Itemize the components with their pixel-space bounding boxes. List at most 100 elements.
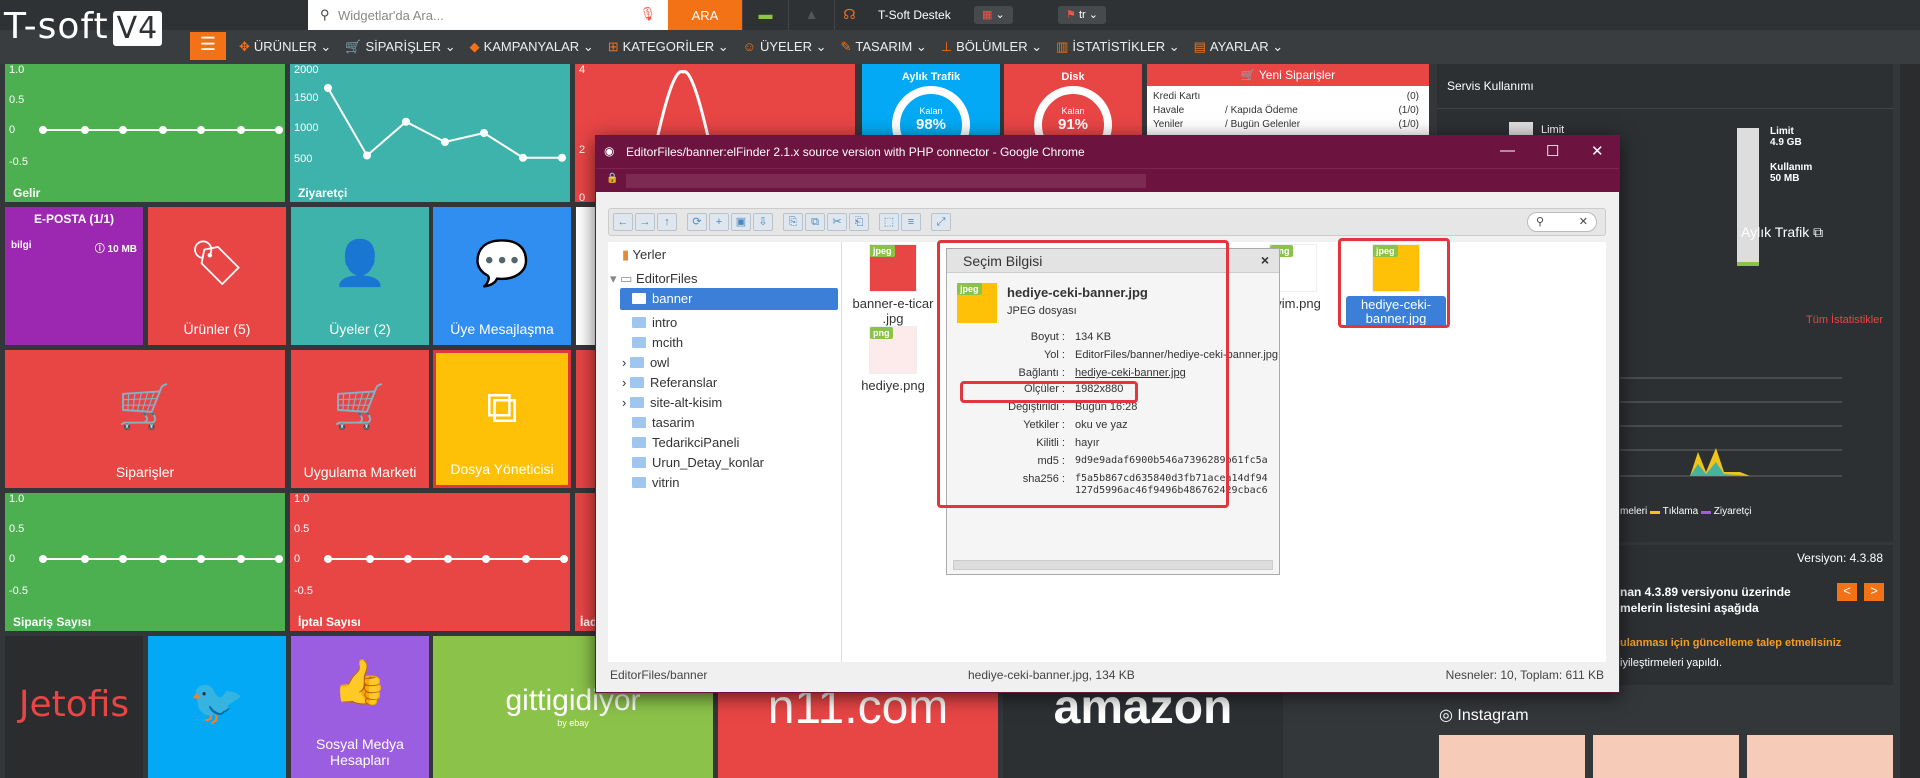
ziyaretci-label: Ziyaretçi [298, 186, 348, 200]
ziyaretci-point [441, 138, 449, 146]
yeni-siparisler-header[interactable]: 🛒 Yeni Siparişler [1147, 64, 1429, 86]
up-button[interactable]: ↑ [657, 213, 677, 231]
cut-button[interactable]: ✂ [827, 213, 847, 231]
minimize-button[interactable]: — [1500, 142, 1515, 159]
maximize-button[interactable]: ☐ [1546, 142, 1559, 160]
sosyal-medya-tile[interactable]: 👍 Sosyal Medya Hesapları [291, 636, 429, 778]
siparisler-tile[interactable]: 🛒 Siparişler [5, 350, 285, 488]
tag-icon: 🏷 [189, 239, 245, 288]
back-button[interactable]: ← [613, 213, 633, 231]
iptal-tile[interactable]: 1.0 0.5 0 -0.5 İptal Sayısı [290, 493, 570, 631]
tree-item[interactable]: intro [632, 312, 677, 334]
ziyaretci-line [327, 87, 562, 159]
stats-panel: Tüm İstatistikler meleri ▬ Tıklama ▬ Ziy… [1620, 292, 1893, 542]
prev-button[interactable]: < [1837, 583, 1857, 601]
duplicate-button[interactable]: ⧉ [805, 213, 825, 231]
tree-item[interactable]: › site-alt-kisim [622, 392, 722, 414]
eposta-tile[interactable]: E-POSTA (1/1) bilgi ⓘ 10 MB [5, 207, 143, 345]
nav-kampanyalar[interactable]: ◆ KAMPANYALAR ⌄ [463, 30, 601, 64]
file-item[interactable]: png hediye.png [848, 326, 938, 393]
search-icon: ⚲ [1536, 216, 1545, 228]
save-button[interactable]: ▣ [731, 213, 751, 231]
aylik-trafik-link[interactable]: Aylık Trafik ⧉ [1741, 224, 1823, 241]
ziyaretci-tile[interactable]: 2000 1500 1000 500 Ziyaretçi [290, 64, 570, 202]
tree-item[interactable]: tasarim [632, 412, 695, 434]
select-button[interactable]: ⬚ [879, 213, 899, 231]
tree-item[interactable]: › Referanslar [622, 372, 717, 394]
siparis-sayisi-tile[interactable]: 1.0 0.5 0 -0.5 Sipariş Sayısı [5, 493, 285, 631]
disk-tile[interactable]: Disk Kalan 91% [1004, 64, 1142, 138]
next-button[interactable]: > [1864, 583, 1884, 601]
nav-tasarim[interactable]: ✎ TASARIM ⌄ [833, 30, 933, 64]
menu-toggle-button[interactable]: ☰ [190, 32, 226, 60]
fullscreen-button[interactable]: ⤢ [931, 213, 951, 231]
iade-tile[interactable]: İad [575, 493, 595, 631]
tree-places[interactable]: ▮ Yerler [622, 244, 666, 266]
gelir-tile[interactable]: 1.0 0.5 0 -0.5 Gelir [5, 64, 285, 202]
logo[interactable]: T-soft V4 [4, 6, 184, 52]
elfinder-search[interactable]: ⚲ ✕ [1527, 212, 1597, 232]
dialog-close-button[interactable]: × [1261, 252, 1269, 268]
mesaj-tile[interactable]: 💬 Üye Mesajlaşma [433, 207, 571, 345]
dialog-hscroll[interactable] [953, 560, 1273, 570]
aylik-trafik-tile[interactable]: Aylık Trafik Kalan 98% [862, 64, 1000, 138]
file-item[interactable]: jpeg banner-e-ticar .jpg [848, 244, 938, 326]
search-button[interactable]: ARA [668, 0, 742, 30]
tree-item[interactable]: TedarikciPaneli [632, 432, 739, 454]
twitter-tile[interactable]: 🐦 [148, 636, 286, 778]
reload-button[interactable]: ⟳ [687, 213, 707, 231]
search-icon: ⚲ [320, 7, 330, 22]
view-button[interactable]: ≡ [901, 213, 921, 231]
urunler-tile[interactable]: 🏷 Ürünler (5) [148, 207, 286, 345]
newfile-button[interactable]: + [709, 213, 729, 231]
ziyaretci-point [519, 153, 527, 162]
grid-icon: ▦ [982, 9, 993, 21]
logo-text: T-soft [4, 6, 109, 47]
tree-item[interactable]: mcith [632, 332, 683, 354]
nav-urunler[interactable]: ✥ ÜRÜNLER ⌄ [232, 30, 338, 64]
usage-bar [1737, 128, 1759, 266]
nav-uyeler[interactable]: ☺ ÜYELER ⌄ [736, 30, 834, 64]
cart-plus-icon: 🛒 [332, 382, 388, 431]
user-icon: 👤 [332, 239, 388, 288]
forward-button[interactable]: → [635, 213, 655, 231]
tum-istatistikler-link[interactable]: Tüm İstatistikler [1806, 314, 1883, 326]
tree-item[interactable]: Urun_Detay_konlar [632, 452, 764, 474]
support-link[interactable]: T-Soft Destek [878, 8, 951, 22]
tree-item[interactable]: › owl [622, 352, 669, 374]
nav-ayarlar[interactable]: ▤ AYARLAR ⌄ [1187, 30, 1291, 64]
tree-item-banner[interactable]: banner [620, 288, 838, 310]
gelir-chart [39, 126, 283, 134]
hidden-tile-2 [576, 350, 596, 488]
uyeler-tile[interactable]: 👤 Üyeler (2) [291, 207, 429, 345]
search-placeholder: Widgetlar'da Ara... [338, 8, 444, 23]
market-tile[interactable]: 🛒 Uygulama Marketi [291, 350, 429, 488]
chrome-icon: ◉ [604, 144, 615, 158]
download-button[interactable]: ⇩ [753, 213, 773, 231]
support-icon[interactable]: ☊ [834, 0, 864, 30]
search-input[interactable]: ⚲ Widgetlar'da Ara... 🎙 [308, 0, 668, 30]
nav-bolumler[interactable]: ⊥ BÖLÜMLER ⌄ [934, 30, 1049, 64]
copy-button[interactable]: ⎘ [783, 213, 803, 231]
top-bar [0, 0, 1920, 30]
tree-item[interactable]: vitrin [632, 472, 679, 494]
elfinder-window: ◉ EditorFiles/banner:elFinder 2.1.x sour… [595, 135, 1620, 693]
hidden-tile [576, 207, 596, 345]
address-bar[interactable]: 🔒 [596, 168, 1619, 192]
stats-chart [1620, 377, 1842, 477]
nav-kategoriler[interactable]: ⊞ KATEGORİLER ⌄ [601, 30, 736, 64]
jetofis-tile[interactable]: Jetofis [5, 636, 143, 778]
tree-root[interactable]: ▾ ▭ EditorFiles [610, 268, 697, 290]
paste-button[interactable]: ⎗ [849, 213, 869, 231]
grid-dropdown[interactable]: ▦ ⌄ [974, 6, 1013, 24]
alert-icon[interactable]: ▲ [788, 0, 834, 30]
microphone-icon[interactable]: 🎙 [639, 6, 656, 22]
chat-icon[interactable]: ▬ [742, 0, 788, 30]
close-window-button[interactable]: ✕ [1591, 142, 1604, 160]
language-dropdown[interactable]: ⚑ tr ⌄ [1058, 6, 1106, 24]
nav-siparisler[interactable]: 🛒 SİPARİŞLER ⌄ [338, 30, 462, 64]
scrollbar[interactable] [1900, 64, 1920, 778]
clear-search-icon: ✕ [1578, 216, 1588, 228]
nav-istatistikler[interactable]: ▥ İSTATİSTİKLER ⌄ [1049, 30, 1187, 64]
dosya-yoneticisi-tile[interactable]: ⧉ Dosya Yöneticisi [433, 350, 571, 488]
